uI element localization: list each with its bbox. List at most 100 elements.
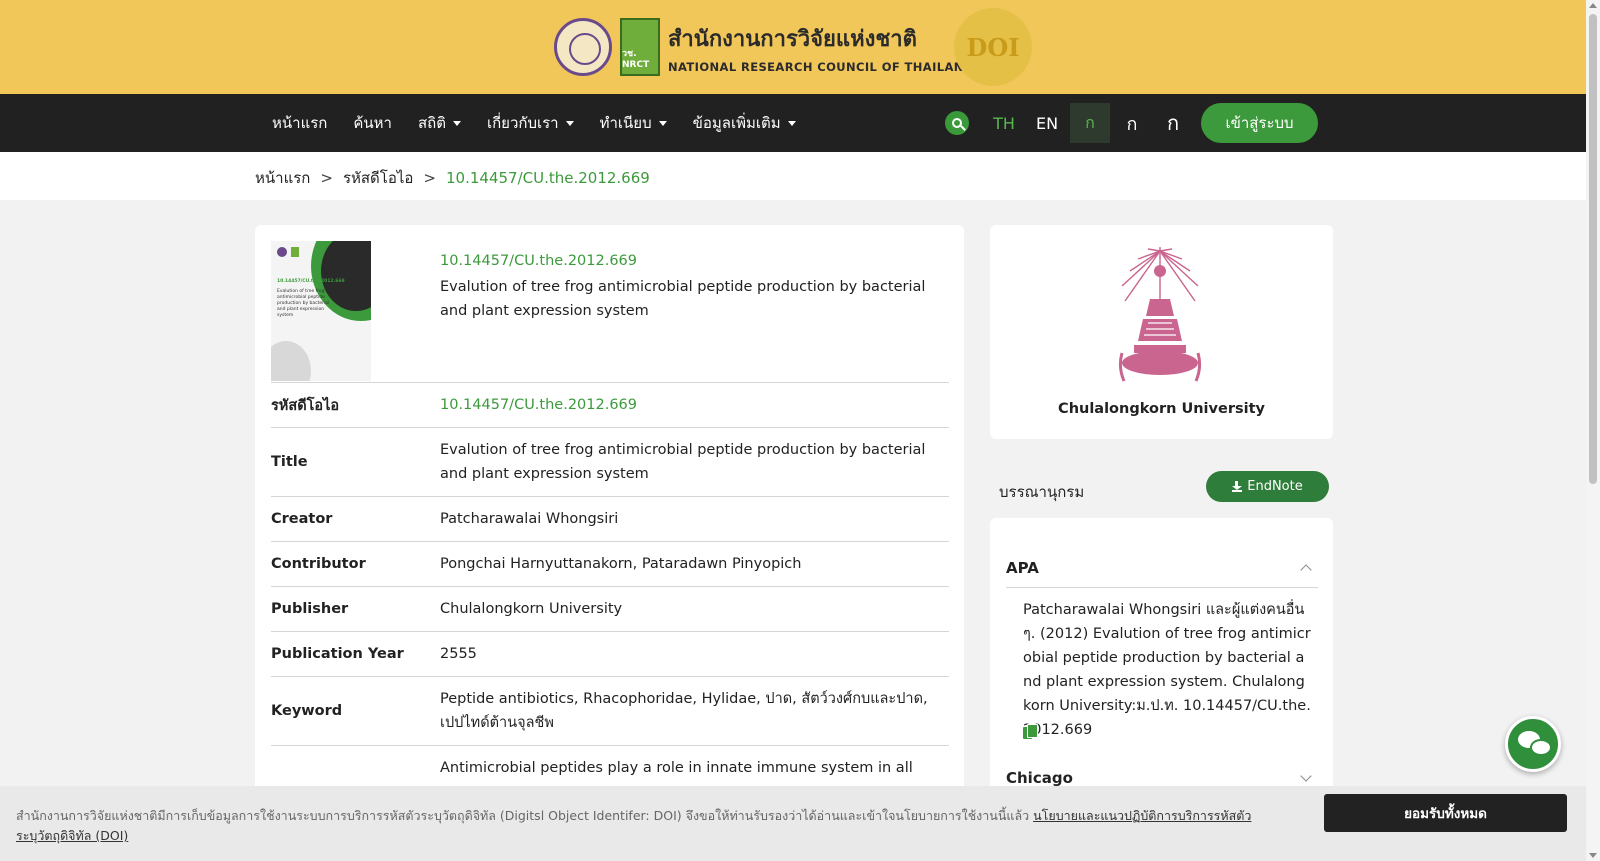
endnote-download-button[interactable]: EndNote bbox=[1206, 471, 1329, 502]
cookie-text: สำนักงานการวิจัยแห่งชาติมีการเก็บข้อมูลก… bbox=[16, 806, 1256, 846]
breadcrumb-section[interactable]: รหัสดีโอไอ bbox=[343, 166, 413, 190]
accept-all-button[interactable]: ยอมรับทั้งหมด bbox=[1324, 794, 1567, 832]
font-size-small-button[interactable]: ก bbox=[1070, 103, 1110, 143]
download-icon bbox=[1232, 481, 1243, 492]
breadcrumb: หน้าแรก > รหัสดีโอไอ > 10.14457/CU.the.2… bbox=[255, 166, 650, 190]
metadata-key: รหัสดีโอไอ bbox=[271, 397, 340, 414]
bibliography-heading: บรรณานุกรม bbox=[999, 483, 1085, 501]
caret-down-icon bbox=[658, 120, 667, 126]
cover-thumbnail: 10.14457/CU.the.2012.669 Evalution of tr… bbox=[271, 241, 371, 381]
site-header: วช. NRCT สำนักงานการวิจัยแห่งชาติ NATION… bbox=[0, 0, 1586, 94]
login-button[interactable]: เข้าสู่ระบบ bbox=[1201, 103, 1318, 143]
org-name: สำนักงานการวิจัยแห่งชาติ NATIONAL RESEAR… bbox=[668, 21, 974, 74]
caret-down-icon bbox=[787, 120, 796, 126]
breadcrumb-home[interactable]: หน้าแรก bbox=[255, 166, 310, 190]
metadata-row: Contributor Pongchai Harnyuttanakorn, Pat… bbox=[271, 541, 949, 586]
nav-item-label: หน้าแรก bbox=[272, 114, 328, 132]
chicago-label: Chicago bbox=[1006, 769, 1073, 787]
caret-down-icon bbox=[452, 120, 461, 126]
metadata-value: Evalution of tree frog antimicrobial pep… bbox=[440, 442, 926, 482]
nav-item-label: เกี่ยวกับเรา bbox=[486, 114, 559, 132]
metadata-value: 2555 bbox=[440, 646, 477, 662]
search-button[interactable] bbox=[945, 111, 969, 135]
metadata-value: Antimicrobial peptides play a role in in… bbox=[440, 760, 913, 776]
nav-item[interactable]: สถิติ bbox=[418, 111, 461, 135]
metadata-key bbox=[271, 746, 440, 790]
site-logo[interactable]: วช. NRCT สำนักงานการวิจัยแห่งชาติ NATION… bbox=[554, 14, 974, 80]
metadata-value: Chulalongkorn University bbox=[440, 601, 623, 617]
org-name-th: สำนักงานการวิจัยแห่งชาติ bbox=[668, 26, 917, 52]
chevron-down-icon bbox=[1300, 770, 1312, 782]
breadcrumb-separator: > bbox=[320, 169, 333, 187]
search-icon bbox=[952, 118, 962, 128]
doi-logo-text: DOI bbox=[966, 32, 1020, 62]
metadata-row: Antimicrobial peptides play a role in in… bbox=[271, 745, 949, 790]
font-size-medium-button[interactable]: ก bbox=[1112, 94, 1152, 152]
nrct-badge-text: วช. NRCT bbox=[622, 49, 650, 70]
university-name: Chulalongkorn University bbox=[1058, 401, 1265, 417]
nav-item[interactable]: หน้าแรก bbox=[272, 111, 327, 135]
apa-label: APA bbox=[1006, 558, 1039, 577]
metadata-key: Title bbox=[271, 454, 308, 470]
metadata-value: Patcharawalai Whongsiri bbox=[440, 511, 619, 527]
metadata-key: Keyword bbox=[271, 703, 343, 719]
university-card: Chulalongkorn University bbox=[990, 225, 1333, 439]
nav-item[interactable]: ทำเนียบ bbox=[600, 111, 667, 135]
cover-emblem-icon bbox=[277, 247, 287, 257]
cookie-banner: สำนักงานการวิจัยแห่งชาติมีการเก็บข้อมูลก… bbox=[0, 786, 1586, 861]
metadata-key: Creator bbox=[271, 511, 333, 527]
chevron-up-icon bbox=[1300, 563, 1312, 576]
endnote-label: EndNote bbox=[1247, 479, 1303, 494]
scroll-up-icon[interactable] bbox=[1589, 3, 1597, 8]
metadata-row: Publication Year 2555 bbox=[271, 631, 949, 676]
copy-icon[interactable] bbox=[1023, 724, 1038, 740]
metadata-row: Publisher Chulalongkorn University bbox=[271, 586, 949, 631]
nav-item-label: ทำเนียบ bbox=[599, 114, 652, 132]
nrct-emblem-icon bbox=[554, 18, 612, 76]
main-nav: หน้าแรก ค้นหา สถิติ เกี่ยวกับเรา ทำเนียบ ข้อม… bbox=[0, 94, 1586, 152]
metadata-row: Keyword Peptide antibiotics, Rhacophorida… bbox=[271, 676, 949, 745]
breadcrumb-current: 10.14457/CU.the.2012.669 bbox=[446, 169, 650, 187]
cover-title: Evalution of tree frog antimicrobial pep… bbox=[277, 289, 330, 318]
metadata-value: Peptide antibiotics, Rhacophoridae, Hyli… bbox=[440, 691, 928, 731]
breadcrumb-bar: หน้าแรก > รหัสดีโอไอ > 10.14457/CU.the.2… bbox=[0, 152, 1586, 200]
nav-item-label: สถิติ bbox=[417, 114, 446, 132]
font-size-large-button[interactable]: ก bbox=[1153, 94, 1193, 152]
lang-en-button[interactable]: EN bbox=[1030, 94, 1064, 152]
metadata-value[interactable]: 10.14457/CU.the.2012.669 bbox=[440, 383, 949, 427]
nav-item[interactable]: เกี่ยวกับเรา bbox=[487, 111, 574, 135]
metadata-row: Creator Patcharawalai Whongsiri bbox=[271, 496, 949, 541]
doi-logo-icon: DOI bbox=[954, 8, 1032, 86]
record-card: 10.14457/CU.the.2012.669 Evalution of tr… bbox=[255, 225, 964, 861]
cover-nrct-icon bbox=[291, 247, 299, 257]
chat-bubble-icon bbox=[1530, 739, 1552, 756]
metadata-key: Contributor bbox=[271, 556, 366, 572]
chat-button[interactable] bbox=[1505, 716, 1561, 772]
breadcrumb-separator: > bbox=[423, 169, 436, 187]
nav-item-label: ข้อมูลเพิ่มเติม bbox=[692, 114, 781, 132]
nav-menu: หน้าแรก ค้นหา สถิติ เกี่ยวกับเรา ทำเนียบ ข้อม… bbox=[272, 94, 822, 152]
nav-item[interactable]: ข้อมูลเพิ่มเติม bbox=[693, 111, 796, 135]
metadata-key: Publisher bbox=[271, 601, 349, 617]
caret-down-icon bbox=[565, 120, 574, 126]
chulalongkorn-emblem-icon bbox=[1118, 247, 1202, 382]
cookie-message: สำนักงานการวิจัยแห่งชาติมีการเก็บข้อมูลก… bbox=[16, 808, 1030, 823]
nrct-badge: วช. NRCT bbox=[620, 18, 660, 76]
metadata-table: รหัสดีโอไอ 10.14457/CU.the.2012.669 Title E… bbox=[271, 382, 949, 790]
apa-citation-text: Patcharawalai Whongsiri และผู้แต่งคนอื่น… bbox=[1023, 602, 1311, 738]
page-scrollbar[interactable] bbox=[1586, 0, 1600, 861]
nav-item[interactable]: ค้นหา bbox=[353, 111, 392, 135]
record-title: Evalution of tree frog antimicrobial pep… bbox=[440, 279, 926, 319]
record-doi-link[interactable]: 10.14457/CU.the.2012.669 bbox=[440, 253, 637, 269]
apa-accordion-header[interactable]: APA bbox=[1006, 548, 1318, 588]
metadata-row: รหัสดีโอไอ 10.14457/CU.the.2012.669 bbox=[271, 382, 949, 427]
metadata-row: Title Evalution of tree frog antimicrobia… bbox=[271, 427, 949, 496]
cover-doi: 10.14457/CU.the.2012.669 bbox=[277, 279, 345, 284]
cover-decoration bbox=[271, 341, 311, 381]
scroll-down-icon[interactable] bbox=[1589, 853, 1597, 858]
org-name-en: NATIONAL RESEARCH COUNCIL OF THAILAND bbox=[668, 59, 974, 74]
scrollbar-thumb[interactable] bbox=[1589, 14, 1597, 484]
metadata-value: Pongchai Harnyuttanakorn, Pataradawn Pin… bbox=[440, 556, 802, 572]
metadata-key: Publication Year bbox=[271, 646, 404, 662]
lang-th-button[interactable]: TH bbox=[987, 94, 1021, 152]
